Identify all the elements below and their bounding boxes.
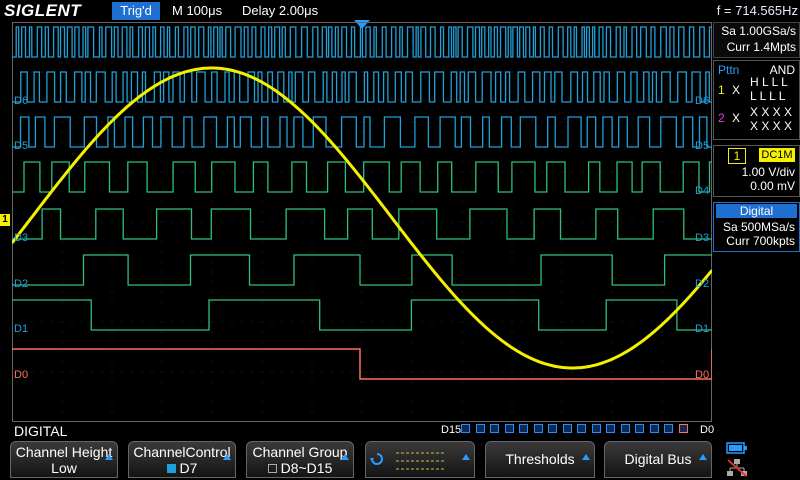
channel-control-value: D7 — [179, 460, 198, 476]
pattern-title: Pttn — [718, 63, 740, 77]
channel-toggle-d3[interactable] — [635, 424, 644, 433]
channel1-offset: 0.00 mV — [750, 179, 795, 193]
waveform-display[interactable] — [12, 22, 712, 422]
d6-trace — [12, 71, 712, 103]
channel-height-value: Low — [51, 460, 77, 476]
d5-label-right: D5 — [695, 140, 710, 152]
arrow-up-icon — [341, 454, 349, 460]
channel-toggle-d12[interactable] — [504, 424, 514, 433]
d2-trace — [12, 254, 712, 286]
channel-toggle-d8[interactable] — [562, 424, 572, 433]
thresholds-button[interactable]: Thresholds — [485, 441, 595, 478]
d0-label: D0 — [700, 424, 715, 436]
arrow-up-icon — [582, 454, 590, 460]
pattern-ch1-level: X — [732, 83, 741, 97]
channel-toggle-d0[interactable] — [678, 424, 688, 433]
channel-toggle-d13[interactable] — [490, 424, 499, 433]
d3-label-right: D3 — [695, 232, 710, 244]
checkbox-unchecked-icon — [267, 464, 277, 473]
d3-label-left: D3 — [14, 232, 29, 244]
channel1-coupling: DC1M — [759, 148, 795, 162]
acquisition-info: Sa 1.00GSa/s Curr 1.4Mpts — [713, 22, 800, 58]
d2-label-left: D2 — [14, 278, 29, 290]
channel-group-value: D8~D15 — [280, 460, 333, 476]
channel-toggle-d4[interactable] — [620, 424, 630, 433]
digital-title: Digital — [716, 204, 797, 218]
channel-toggle-d15[interactable] — [461, 424, 470, 433]
d2-label-right: D2 — [695, 278, 710, 290]
ch1-trace — [12, 66, 712, 370]
arrow-up-icon — [105, 454, 113, 460]
digital-bus-button[interactable]: Digital Bus — [604, 441, 712, 478]
pattern-ch2: 2 — [718, 111, 725, 125]
pattern-ch2-level: X — [732, 111, 741, 125]
d0-trace — [12, 348, 712, 380]
arrow-up-icon — [223, 454, 231, 460]
timebase-readout[interactable]: M 100μs — [172, 2, 222, 20]
pattern-trigger-panel[interactable]: Pttn AND 1 X H L L L L L L L 2 X X X X X… — [713, 60, 800, 140]
digital-bus-label: Digital Bus — [624, 451, 692, 467]
rotate-knob-icon — [370, 453, 383, 465]
d5-label-left: D5 — [14, 140, 29, 152]
threshold-lines-icon — [396, 452, 446, 470]
pattern-bits-row1: H L L L — [750, 75, 788, 89]
channel1-scale: 1.00 V/div — [741, 165, 795, 179]
pattern-bits-row2: L L L L — [750, 89, 786, 103]
battery-icon — [726, 442, 747, 454]
threshold-level-button[interactable] — [365, 441, 475, 478]
sample-rate: Sa 1.00GSa/s — [721, 24, 796, 38]
digital-sample-rate: Sa 500MSa/s — [722, 220, 795, 234]
channel1-number: 1 — [728, 148, 746, 164]
d0-label-left: D0 — [14, 369, 29, 381]
memory-depth: Curr 1.4Mpts — [726, 40, 796, 54]
arrow-up-icon — [462, 454, 470, 460]
d0-label-right: D0 — [695, 369, 710, 381]
arrow-up-icon — [699, 454, 707, 460]
delay-readout[interactable]: Delay 2.00μs — [242, 2, 318, 20]
digital-mode-label: DIGITAL — [14, 423, 68, 439]
thresholds-label: Thresholds — [505, 451, 575, 467]
digital-memory: Curr 700kpts — [726, 234, 795, 248]
d3-trace — [12, 208, 712, 240]
channel1-info-panel[interactable]: 1 DC1M 1.00 V/div 0.00 mV — [713, 145, 800, 197]
channel-control-button[interactable]: ChannelControl D7 — [128, 441, 236, 478]
channel-toggle-d2[interactable] — [649, 424, 659, 433]
channel-control-label: ChannelControl — [133, 444, 231, 460]
trigger-status-badge[interactable]: Trig'd — [112, 2, 160, 20]
d1-label-right: D1 — [695, 323, 710, 335]
d1-label-left: D1 — [14, 323, 29, 335]
channel-toggle-d14[interactable] — [475, 424, 485, 433]
d4-label-right: D4 — [695, 185, 710, 197]
pattern-bits-row3: X X X X — [750, 105, 793, 119]
channel-toggle-d5[interactable] — [606, 424, 615, 433]
network-icon — [727, 459, 747, 477]
channel-toggle-d9[interactable] — [548, 424, 557, 433]
d7-trace — [12, 26, 712, 58]
channel-group-label: Channel Group — [252, 444, 348, 460]
checkbox-checked-icon — [166, 464, 176, 473]
channel-toggle-d7[interactable] — [577, 424, 586, 433]
channel-height-label: Channel Height — [15, 444, 113, 460]
pattern-bits-row4: X X X X — [750, 119, 793, 133]
channel-toggle-d11[interactable] — [519, 424, 528, 433]
d6-label-right: D6 — [695, 95, 710, 107]
waveform-canvas — [12, 22, 712, 422]
brand-logo: SIGLENT — [4, 1, 82, 20]
channel-group-button[interactable]: Channel Group D8~D15 — [246, 441, 354, 478]
d6-label-left: D6 — [14, 95, 29, 107]
d1-trace — [12, 299, 712, 331]
digital-info-panel[interactable]: Digital Sa 500MSa/s Curr 700kpts — [713, 202, 800, 252]
channel-toggle-d1[interactable] — [664, 424, 673, 433]
frequency-readout: f = 714.565Hz — [716, 3, 798, 18]
pattern-ch1: 1 — [718, 83, 725, 97]
channel-toggle-d10[interactable] — [533, 424, 543, 433]
d15-label: D15 — [441, 424, 462, 436]
channel-height-button[interactable]: Channel Height Low — [10, 441, 118, 478]
channel-toggle-d6[interactable] — [591, 424, 601, 433]
ch1-level-marker[interactable]: 1 — [0, 214, 10, 226]
